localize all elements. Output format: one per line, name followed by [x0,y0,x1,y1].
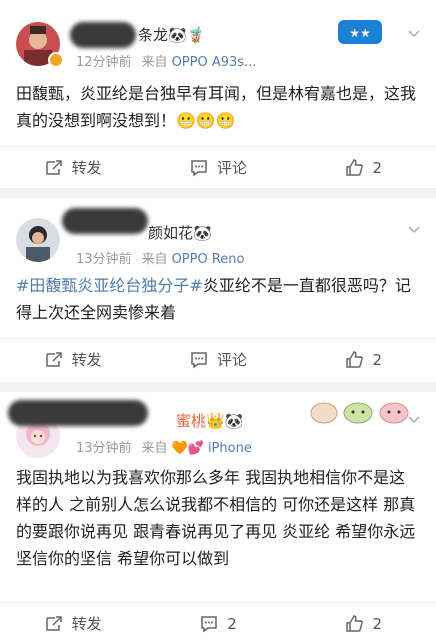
post-card: 条龙🐼🧋 12分钟前 来自 OPPO A93s... ★★ 田馥甄，炎亚纶是台独早有… [0,0,436,188]
username[interactable]: 蜜桃👑🐼 [176,410,243,431]
timestamp: 13分钟前 [76,441,132,456]
redacted-name [62,208,148,234]
like-count: 2 [372,350,383,369]
comment-count: 2 [227,614,237,633]
source-prefix: 来自 [141,55,168,70]
comment-label: 评论 [216,159,247,177]
repost-button[interactable]: 转发 [0,339,145,380]
post-meta: 13分钟前 来自 🧡💕 iPhone [76,437,252,456]
repost-label: 转发 [71,615,102,633]
chevron-down-icon[interactable] [408,414,420,426]
topic-hashtag-link[interactable]: #田馥甄炎亚纶台独分子# [16,276,203,295]
svg-text:★★: ★★ [349,26,371,40]
username-emoji: 👑🐼 [206,412,244,430]
source-prefix: 来自 [141,441,168,456]
comment-icon [201,615,217,632]
verified-badge-icon [48,52,64,68]
source-prefix: 来自 [141,252,168,267]
timestamp: 13分钟前 [76,252,132,267]
comment-icon [191,351,207,368]
comment-label: 评论 [216,351,247,369]
post-meta: 13分钟前 来自 OPPO Reno [76,248,244,267]
device-emoji: 🧡💕 [171,441,204,456]
repost-icon [45,351,62,367]
comment-button[interactable]: 评论 [145,339,290,380]
comment-button[interactable]: 评论 [145,147,290,188]
like-button[interactable]: 2 [291,339,436,380]
redacted-name [70,22,136,48]
sticker-icon [308,398,412,430]
device-source[interactable]: iPhone [208,441,252,456]
username-emoji: 🐼 [193,224,212,242]
timestamp: 12分钟前 [76,55,132,70]
action-bar: 转发 评论 2 [0,146,436,188]
post-card: 蜜桃👑🐼 13分钟前 来自 🧡💕 iPhone 我固执地以为我喜欢你那么多年 我固执地… [0,392,436,640]
repost-button[interactable]: 转发 [0,147,145,188]
repost-icon [45,159,62,175]
device-source[interactable]: OPPO Reno [172,252,245,267]
post-card: 颜如花🐼 13分钟前 来自 OPPO Reno #田馥甄炎亚纶台独分子#炎亚纶不是一… [0,198,436,382]
post-body: 田馥甄，炎亚纶是台独早有耳闻，但是林宥嘉也是，这我真的没想到啊没想到！😬😬😬 [16,84,417,130]
username-text: 蜜桃 [176,412,207,430]
chevron-down-icon[interactable] [408,28,420,40]
action-bar: 转发 2 2 [0,602,436,640]
like-count: 2 [372,614,383,633]
redacted-name [8,400,148,426]
repost-label: 转发 [71,351,102,369]
username-emoji: 🐼🧋 [168,26,206,44]
comment-button[interactable]: 2 [145,603,290,640]
post-body: #田馥甄炎亚纶台独分子#炎亚纶不是一直都很恶吗？记得上次还全网卖惨来着 [16,272,420,326]
thumbs-up-icon [345,350,363,368]
username-text: 颜如花 [148,224,194,242]
username-text: 条龙 [138,26,169,44]
chevron-down-icon[interactable] [408,224,420,236]
device-source[interactable]: OPPO A93s... [172,55,257,70]
comment-icon [191,159,207,176]
like-button[interactable]: 2 [291,147,436,188]
repost-label: 转发 [71,159,102,177]
action-bar: 转发 评论 2 [0,338,436,380]
avatar[interactable] [16,218,60,262]
thumbs-up-icon [345,614,363,632]
thumbs-up-icon [345,158,363,176]
repost-icon [45,615,62,631]
like-count: 2 [372,158,383,177]
username[interactable]: 条龙🐼🧋 [138,24,205,45]
post-meta: 12分钟前 来自 OPPO A93s... [76,51,256,70]
repost-button[interactable]: 转发 [0,603,145,640]
like-button[interactable]: 2 [291,603,436,640]
sticker-icon: ★★ [336,16,384,52]
username[interactable]: 颜如花🐼 [148,222,212,243]
post-body: 我固执地以为我喜欢你那么多年 我固执地相信你不是这样的人 之前别人怎么说我都不相… [16,468,416,568]
